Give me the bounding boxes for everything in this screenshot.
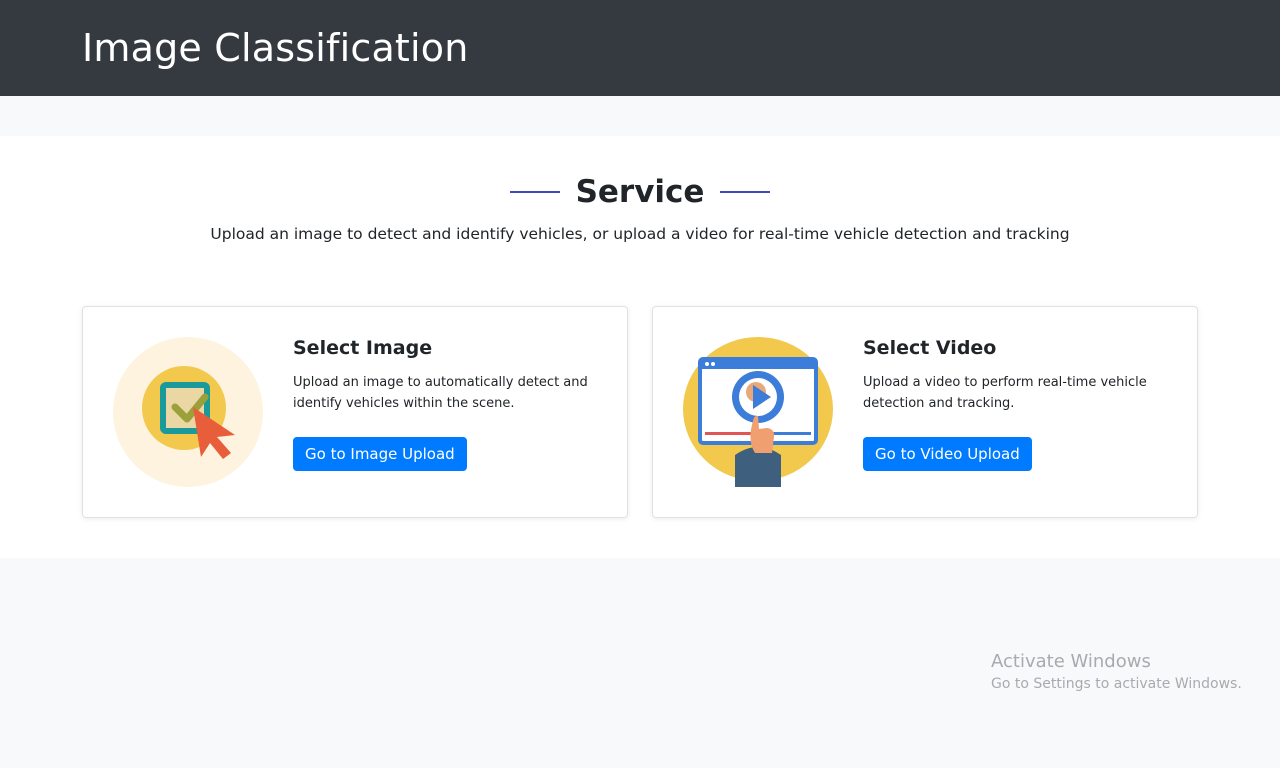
select-image-title: Select Image [293,337,433,359]
service-title: Service [575,174,705,210]
go-to-image-upload-button[interactable]: Go to Image Upload [293,437,467,471]
watermark-title: Activate Windows [991,651,1151,672]
select-video-description: Upload a video to perform real-time vehi… [863,375,1147,411]
select-video-content: Select Video Upload a video to perform r… [863,337,1173,471]
service-subtitle: Upload an image to detect and identify v… [210,225,1070,243]
service-title-row: Service [0,174,1280,210]
go-to-video-upload-button[interactable]: Go to Video Upload [863,437,1032,471]
video-play-illustration-icon [683,337,833,487]
title-divider-left [509,191,560,193]
select-image-description: Upload an image to automatically detect … [293,375,588,411]
image-select-illustration-icon [113,337,263,487]
select-video-title: Select Video [863,337,997,359]
select-image-content: Select Image Upload an image to automati… [293,337,603,471]
service-section: Service Upload an image to detect and id… [0,136,1280,558]
activate-windows-watermark: Activate Windows Go to Settings to activ… [991,651,1242,692]
select-image-card: Select Image Upload an image to automati… [82,306,628,518]
title-divider-right [720,191,771,193]
page-title: Image Classification [82,26,469,70]
select-video-card: Select Video Upload a video to perform r… [652,306,1198,518]
watermark-subtitle: Go to Settings to activate Windows. [991,676,1242,692]
header-bar: Image Classification [0,0,1280,96]
